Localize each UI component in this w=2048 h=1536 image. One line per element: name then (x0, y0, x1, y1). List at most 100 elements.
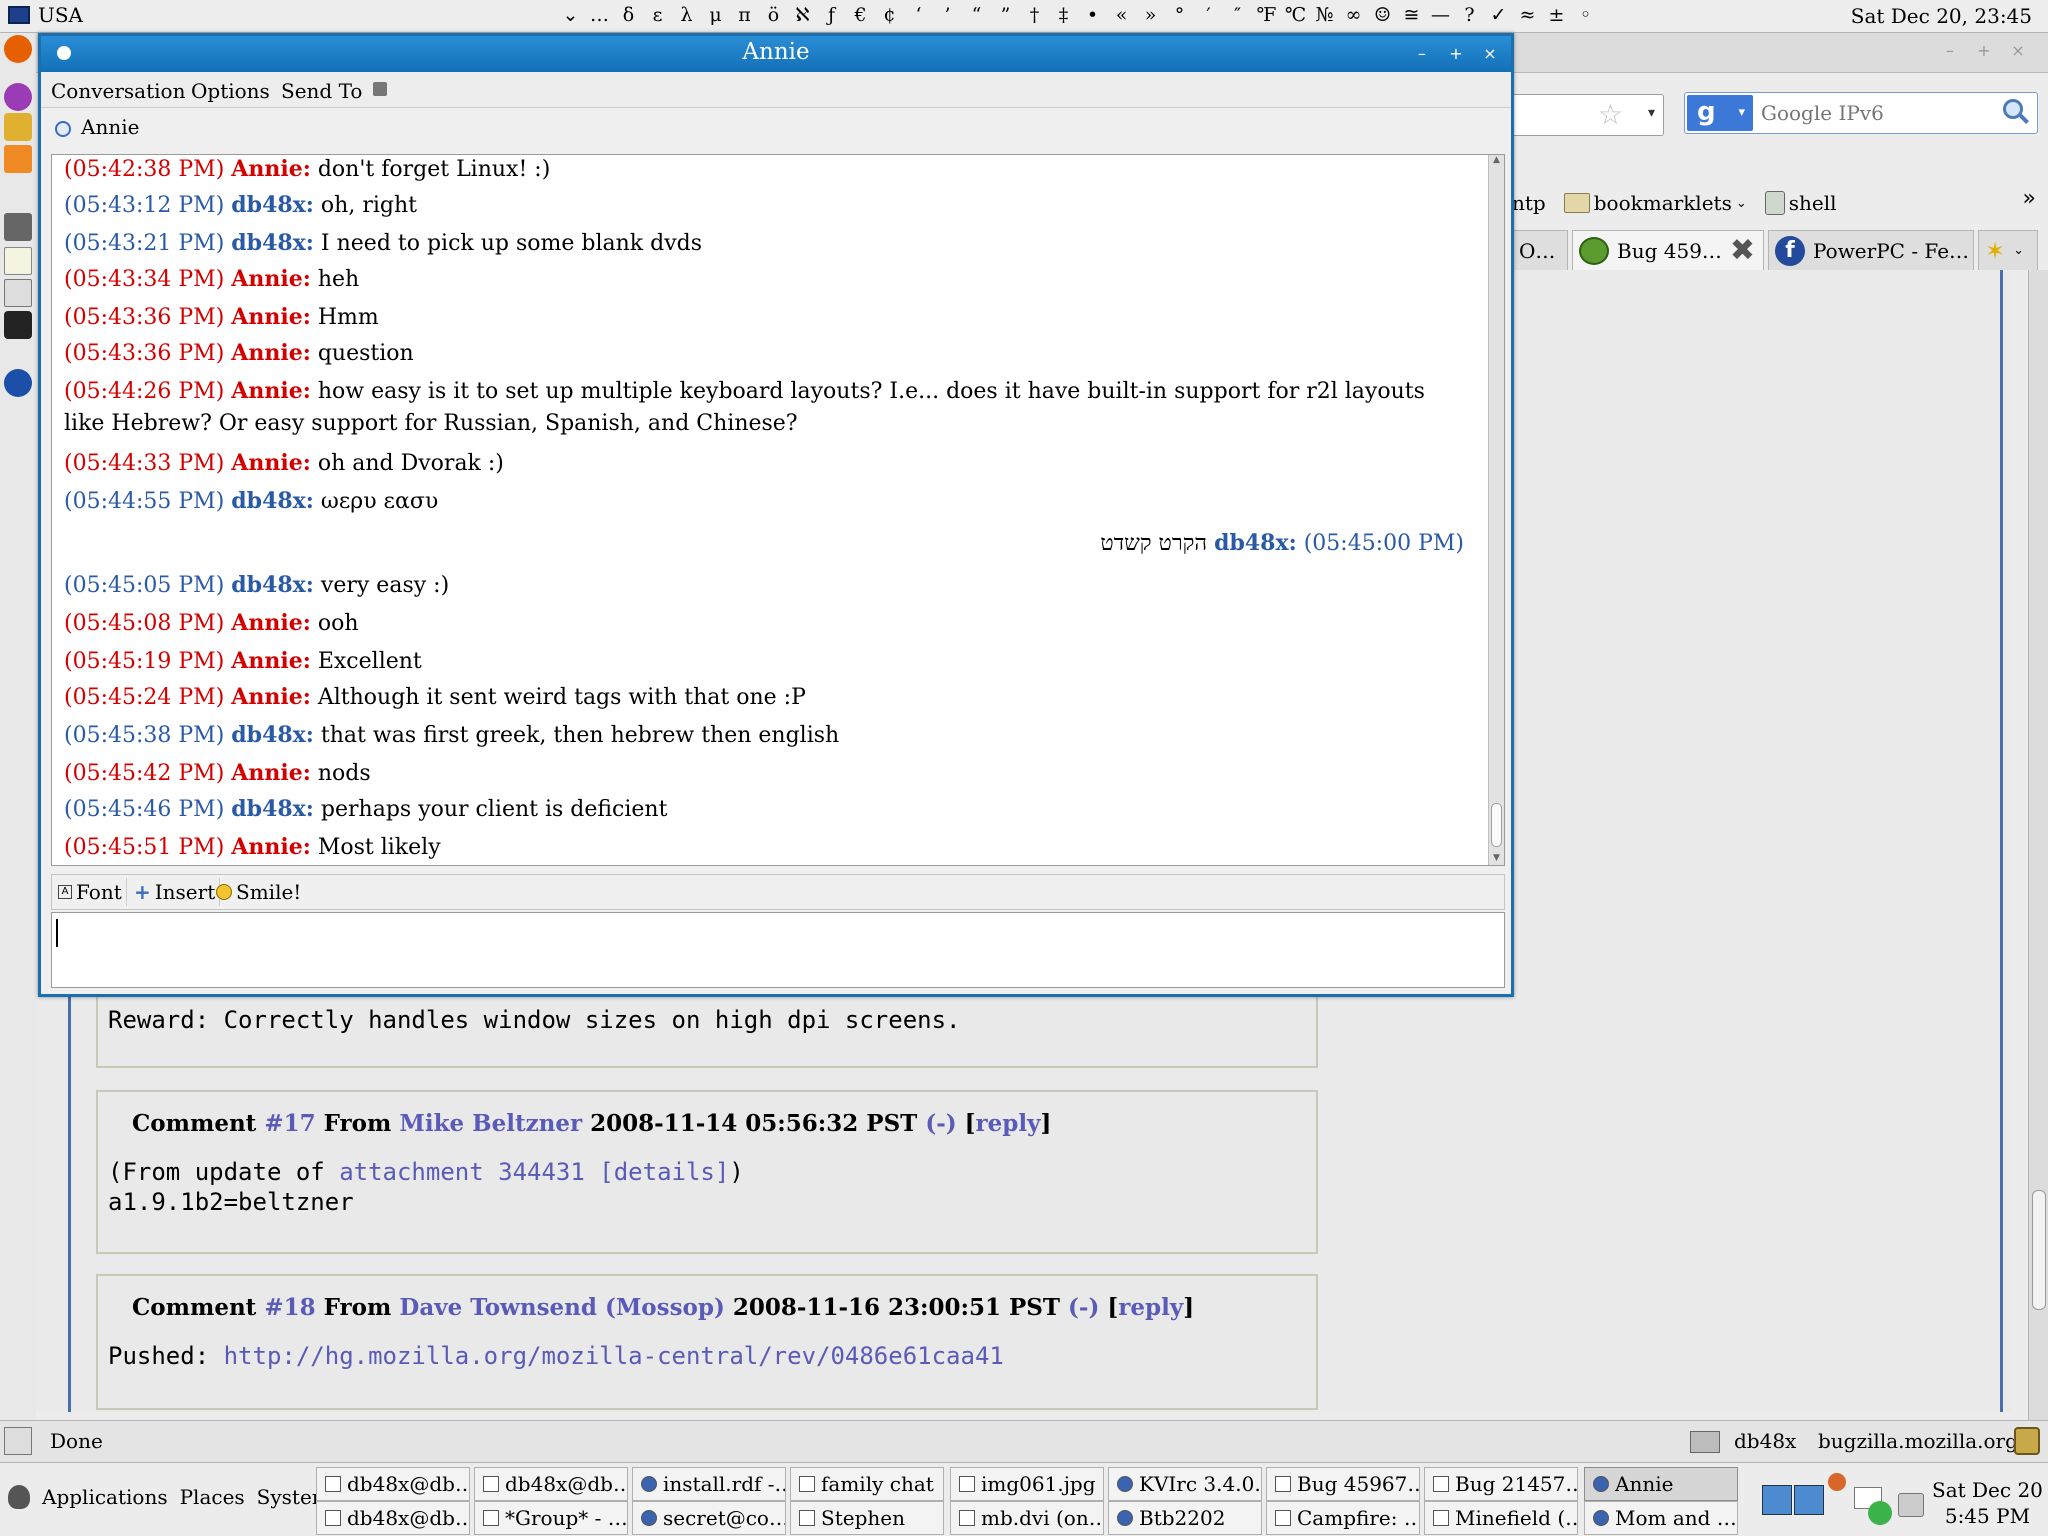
special-char-button[interactable]: ◦ (1571, 4, 1600, 26)
lock-icon[interactable] (373, 82, 387, 96)
special-char-button[interactable]: € (846, 4, 875, 26)
special-char-button[interactable]: ℃ (1281, 4, 1310, 26)
bookmark-ntp[interactable]: ntp (1512, 191, 1546, 215)
special-char-button[interactable]: ≅ (1397, 4, 1426, 26)
menu-conversation[interactable]: Conversation (51, 79, 185, 103)
workspace-icon[interactable] (1762, 1485, 1792, 1515)
scrollbar-thumb[interactable] (1491, 803, 1502, 847)
special-char-button[interactable]: ℉ (1252, 4, 1281, 26)
search-icon[interactable] (2001, 97, 2031, 127)
close-tab-icon[interactable]: ✖ (1730, 233, 1755, 268)
update-icon[interactable] (1828, 1473, 1846, 1491)
insert-button[interactable]: + Insert (130, 878, 221, 906)
scroll-up-icon[interactable]: ▲ (1489, 155, 1504, 167)
tab-partial[interactable]: O… (1512, 230, 1568, 270)
minimize-icon[interactable]: – (1936, 41, 1964, 65)
taskbar-window-button[interactable]: KVIrc 3.4.0… (1108, 1467, 1262, 1501)
special-char-button[interactable]: ≈ (1513, 4, 1542, 26)
special-char-button[interactable]: † (1020, 4, 1049, 26)
taskbar-window-button[interactable]: Bug 21457… (1424, 1467, 1578, 1501)
globe-icon[interactable] (4, 369, 32, 397)
special-char-button[interactable]: ℵ (788, 4, 817, 26)
special-char-button[interactable]: π (730, 4, 759, 26)
chevron-down-icon[interactable]: ▾ (1648, 105, 1655, 121)
taskbar-window-button[interactable]: Annie (1584, 1467, 1738, 1501)
special-char-button[interactable]: ✓ (1484, 4, 1513, 26)
special-char-button[interactable]: » (1136, 4, 1165, 26)
minimize-icon[interactable]: – (1405, 41, 1439, 67)
special-char-button[interactable]: № (1310, 4, 1339, 26)
special-char-button[interactable]: ⌄ (556, 4, 585, 26)
firefox-icon[interactable] (4, 35, 32, 63)
font-button[interactable]: A Font (54, 878, 127, 906)
printer-icon[interactable] (1898, 1493, 1924, 1517)
app-icon[interactable] (4, 83, 32, 111)
search-box[interactable]: g ▾ (1684, 92, 2038, 134)
details-link[interactable]: [details] (599, 1158, 729, 1186)
taskbar-window-button[interactable]: db48x@db… (474, 1467, 628, 1501)
special-char-button[interactable]: ” (991, 4, 1020, 26)
special-char-button[interactable]: δ (614, 4, 643, 26)
online-status-icon[interactable] (1868, 1501, 1892, 1525)
comment-number-link[interactable]: #17 (264, 1110, 315, 1137)
keyboard-indicator[interactable]: USA (8, 3, 83, 27)
taskbar-window-button[interactable]: Btb2202 (1108, 1501, 1262, 1535)
page-scrollbar[interactable] (2028, 270, 2048, 1420)
tab-bug[interactable]: Bug 459… ✖ (1572, 230, 1764, 270)
bookmark-star-icon[interactable]: ☆ (1598, 101, 1623, 129)
tab-powerpc[interactable]: f PowerPC - Fe… (1768, 230, 1974, 270)
special-char-button[interactable]: ☺ (1368, 4, 1397, 26)
message-input[interactable] (51, 912, 1505, 988)
menu-send-to[interactable]: Send To (281, 79, 362, 103)
taskbar-window-button[interactable]: Bug 45967… (1266, 1467, 1420, 1501)
menu-options[interactable]: Options (191, 79, 270, 103)
special-char-button[interactable]: μ (701, 4, 730, 26)
special-char-button[interactable]: ¢ (875, 4, 904, 26)
special-char-button[interactable]: ∞ (1339, 4, 1368, 26)
taskbar-window-button[interactable]: Stephen (790, 1501, 944, 1535)
menu-places[interactable]: Places (180, 1485, 245, 1509)
special-char-button[interactable]: ′ (1194, 4, 1223, 26)
reply-link[interactable]: reply (1118, 1294, 1183, 1321)
special-char-button[interactable]: ‘ (904, 4, 933, 26)
calculator-icon[interactable] (4, 213, 32, 241)
reply-link[interactable]: reply (976, 1110, 1041, 1137)
scroll-down-icon[interactable]: ▼ (1489, 853, 1504, 865)
author-link[interactable]: Dave Townsend (Mossop) (399, 1294, 724, 1321)
chat-titlebar[interactable]: Annie – + × (41, 36, 1511, 72)
menu-applications[interactable]: Applications (42, 1485, 168, 1509)
special-char-button[interactable]: ƒ (817, 4, 846, 26)
taskbar-window-button[interactable]: Campfire: … (1266, 1501, 1420, 1535)
taskbar-window-button[interactable]: family chat (790, 1467, 944, 1501)
smile-button[interactable]: Smile! (212, 878, 305, 906)
taskbar-window-button[interactable]: install.rdf -… (632, 1467, 786, 1501)
close-icon[interactable]: × (1473, 41, 1507, 67)
workspace-icon[interactable] (1794, 1485, 1824, 1515)
notepad-icon[interactable] (4, 247, 32, 275)
special-char-button[interactable]: ± (1542, 4, 1571, 26)
conversation-tab[interactable]: Annie (41, 108, 1511, 148)
top-clock[interactable]: Sat Dec 20, 23:45 (1851, 4, 2032, 28)
taskbar-window-button[interactable]: secret@co… (632, 1501, 786, 1535)
changeset-link[interactable]: http://hg.mozilla.org/mozilla-central/re… (224, 1342, 1004, 1370)
special-char-button[interactable]: ? (1455, 4, 1484, 26)
chat-scrollbar[interactable]: ▲ ▼ (1488, 155, 1504, 865)
special-char-button[interactable]: ° (1165, 4, 1194, 26)
taskbar-window-button[interactable]: db48x@db… (316, 1501, 470, 1535)
maximize-icon[interactable]: + (1970, 41, 1998, 65)
special-char-button[interactable]: — (1426, 4, 1455, 26)
bookmark-bookmarklets[interactable]: bookmarklets ⌄ (1563, 191, 1747, 215)
special-char-button[interactable]: “ (962, 4, 991, 26)
special-char-button[interactable]: ‡ (1049, 4, 1078, 26)
taskbar-window-button[interactable]: img061.jpg (950, 1467, 1104, 1501)
taskbar-window-button[interactable]: *Group* - … (474, 1501, 628, 1535)
window-icon[interactable] (4, 145, 32, 173)
camera-icon[interactable] (4, 311, 32, 339)
people-icon[interactable] (4, 113, 32, 141)
special-char-button[interactable]: λ (672, 4, 701, 26)
special-char-button[interactable]: « (1107, 4, 1136, 26)
taskbar-clock[interactable]: Sat Dec 20 5:45 PM (1932, 1477, 2043, 1529)
special-char-button[interactable]: ″ (1223, 4, 1252, 26)
search-engine-selector[interactable]: g ▾ (1687, 95, 1753, 131)
document-icon[interactable] (4, 279, 32, 307)
